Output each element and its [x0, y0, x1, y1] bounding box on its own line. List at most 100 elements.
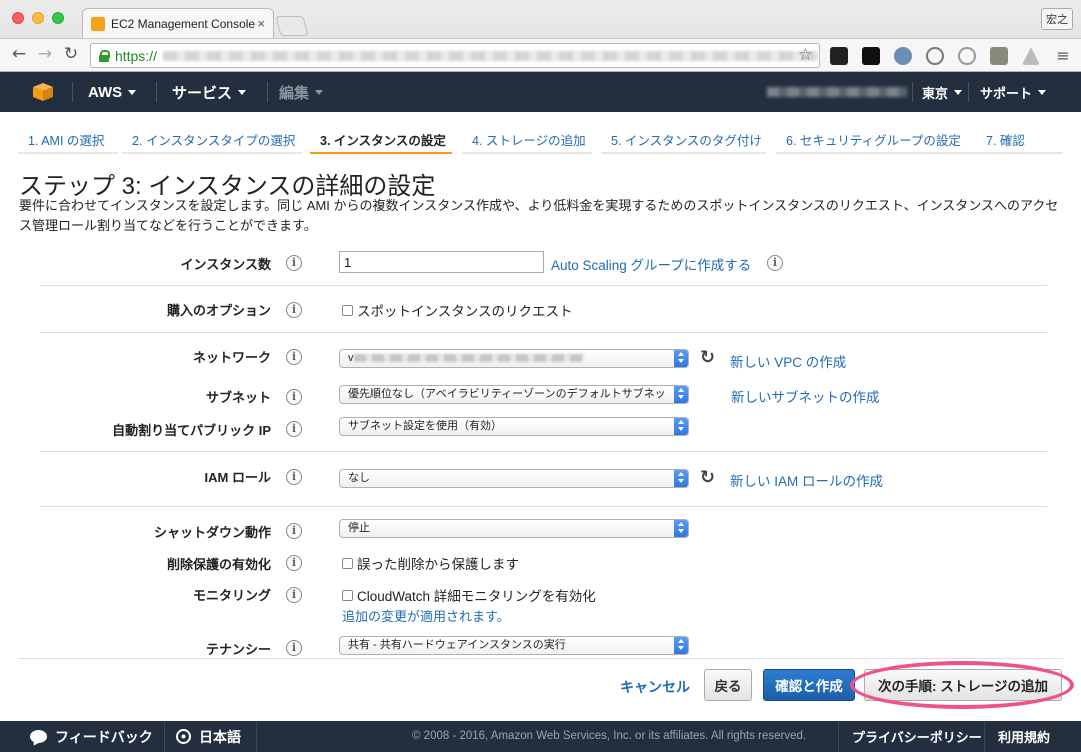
language-label: 日本語	[199, 728, 241, 745]
info-icon[interactable]: i	[286, 587, 302, 603]
auto-scaling-link[interactable]: Auto Scaling グループに作成する	[551, 254, 751, 274]
close-window-button[interactable]	[12, 12, 24, 24]
highlight-annotation-ring	[850, 661, 1074, 709]
instance-count-label: インスタンス数	[180, 257, 271, 272]
select-arrows-icon	[674, 637, 688, 654]
select-arrows-icon	[674, 386, 688, 403]
info-icon[interactable]: i	[286, 302, 302, 318]
spot-request-checkbox[interactable]	[342, 304, 353, 316]
extension-mask-icon[interactable]	[830, 47, 848, 65]
chevron-down-icon	[128, 89, 137, 95]
feedback-label: フィードバック	[55, 728, 153, 745]
create-vpc-link[interactable]: 新しい VPC の作成	[730, 351, 846, 371]
spot-request-checkbox-row[interactable]: スポットインスタンスのリクエスト	[342, 300, 572, 320]
aws-menu[interactable]: AWS	[88, 72, 137, 112]
language-button[interactable]: 日本語	[176, 721, 241, 752]
aws-favicon-icon	[91, 16, 105, 31]
tenancy-select[interactable]: 共有 - 共有ハードウェアインスタンスの実行	[339, 636, 689, 655]
support-menu[interactable]: サポート	[980, 72, 1047, 112]
feedback-button[interactable]: フィードバック	[30, 721, 153, 752]
zoom-window-button[interactable]	[52, 12, 64, 24]
refresh-icon[interactable]: ↻	[700, 469, 718, 487]
extension-bird-icon[interactable]	[894, 47, 912, 65]
new-tab-button[interactable]	[275, 16, 309, 36]
iam-role-select-value: なし	[348, 472, 370, 484]
info-icon[interactable]: i	[286, 349, 302, 365]
refresh-icon[interactable]: ↻	[700, 349, 718, 367]
minimize-window-button[interactable]	[32, 12, 44, 24]
create-subnet-link[interactable]: 新しいサブネットの作成	[731, 386, 880, 406]
chevron-down-icon	[315, 89, 324, 95]
public-ip-select-value: サブネット設定を使用（有効）	[348, 420, 502, 432]
review-and-launch-button[interactable]: 確認と作成	[763, 669, 855, 701]
extension-drive-icon[interactable]	[1022, 47, 1040, 65]
termination-protection-checkbox[interactable]	[342, 557, 353, 569]
spot-request-label: スポットインスタンスのリクエスト	[357, 304, 573, 319]
browser-menu-icon[interactable]: ≡	[1054, 47, 1072, 65]
region-menu[interactable]: 東京	[922, 72, 963, 112]
edit-menu[interactable]: 編集	[279, 72, 324, 112]
public-ip-select[interactable]: サブネット設定を使用（有効）	[339, 417, 689, 436]
address-bar[interactable]: https:// ☆	[90, 43, 820, 68]
termination-protection-checkbox-row[interactable]: 誤った削除から保護します	[342, 553, 519, 573]
iam-role-select[interactable]: なし	[339, 469, 689, 488]
browser-toolbar: ← → ↻ https:// ☆ ≡	[0, 38, 1081, 71]
subnet-label: サブネット	[205, 390, 271, 405]
reload-icon[interactable]: ↻	[60, 44, 82, 64]
subnet-select[interactable]: 優先順位なし（アベイラビリティーゾーンのデフォルトサブネッ	[339, 385, 689, 404]
chevron-down-icon	[238, 89, 247, 95]
profile-button[interactable]: 宏之	[1041, 8, 1073, 30]
info-icon[interactable]: i	[286, 255, 302, 271]
public-ip-label: 自動割り当てパブリック IP	[112, 423, 271, 438]
cancel-button[interactable]: キャンセル	[620, 677, 690, 697]
create-iam-role-link[interactable]: 新しい IAM ロールの作成	[730, 470, 883, 490]
subnet-select-value: 優先順位なし（アベイラビリティーゾーンのデフォルトサブネッ	[348, 388, 666, 400]
step-configure-instance[interactable]: 3. インスタンスの設定	[310, 124, 452, 154]
extension-search-icon[interactable]	[958, 47, 976, 65]
account-name-redacted[interactable]	[767, 87, 907, 97]
info-icon[interactable]: i	[286, 469, 302, 485]
termination-protection-checkbox-label: 誤った削除から保護します	[357, 557, 519, 572]
info-icon[interactable]: i	[767, 255, 783, 271]
monitoring-checkbox[interactable]	[342, 589, 353, 601]
info-icon[interactable]: i	[286, 421, 302, 437]
extension-leaf-icon[interactable]	[990, 47, 1008, 65]
back-button[interactable]: 戻る	[704, 669, 752, 701]
console-footer: フィードバック 日本語 © 2008 - 2016, Amazon Web Se…	[0, 721, 1081, 752]
shutdown-behavior-select[interactable]: 停止	[339, 519, 689, 538]
shutdown-behavior-label: シャットダウン動作	[153, 525, 271, 540]
monitoring-checkbox-row[interactable]: CloudWatch 詳細モニタリングを有効化	[342, 585, 596, 605]
info-icon[interactable]: i	[286, 640, 302, 656]
extension-circle-icon[interactable]	[926, 47, 944, 65]
select-arrows-icon	[674, 520, 688, 537]
services-menu[interactable]: サービス	[172, 72, 247, 112]
step-choose-ami[interactable]: 1. AMI の選択	[18, 124, 118, 154]
step-add-storage[interactable]: 4. ストレージの追加	[462, 124, 592, 154]
privacy-policy-link[interactable]: プライバシーポリシー	[852, 721, 982, 752]
network-select[interactable]: v	[339, 349, 689, 368]
step-review[interactable]: 7. 確認	[976, 124, 1063, 154]
extension-jb-icon[interactable]	[862, 47, 880, 65]
additional-charges-link[interactable]: 追加の変更が適用されます。	[342, 606, 510, 625]
info-icon[interactable]: i	[286, 555, 302, 571]
select-arrows-icon	[674, 418, 688, 435]
tab-close-icon[interactable]: ×	[257, 16, 265, 31]
browser-tab[interactable]: EC2 Management Console ×	[82, 8, 274, 38]
aws-menu-label: AWS	[88, 83, 123, 101]
info-icon[interactable]: i	[286, 523, 302, 539]
tenancy-label: テナンシー	[205, 642, 271, 657]
network-label: ネットワーク	[192, 350, 271, 365]
forward-arrow-icon[interactable]: →	[34, 44, 56, 64]
url-scheme: https://	[114, 47, 157, 64]
back-arrow-icon[interactable]: ←	[8, 44, 30, 64]
step-security-group[interactable]: 6. セキュリティグループの設定	[776, 124, 976, 154]
step-add-tags[interactable]: 5. インスタンスのタグ付け	[601, 124, 766, 154]
aws-cube-logo-icon[interactable]	[32, 82, 54, 102]
step-instance-type[interactable]: 2. インスタンスタイプの選択	[122, 124, 302, 154]
terms-of-use-link[interactable]: 利用規約	[998, 721, 1050, 752]
bookmark-star-icon[interactable]: ☆	[798, 45, 813, 65]
chevron-down-icon	[954, 89, 963, 95]
copyright-text: © 2008 - 2016, Amazon Web Services, Inc.…	[412, 730, 807, 742]
info-icon[interactable]: i	[286, 389, 302, 405]
instance-count-input[interactable]	[339, 251, 544, 273]
